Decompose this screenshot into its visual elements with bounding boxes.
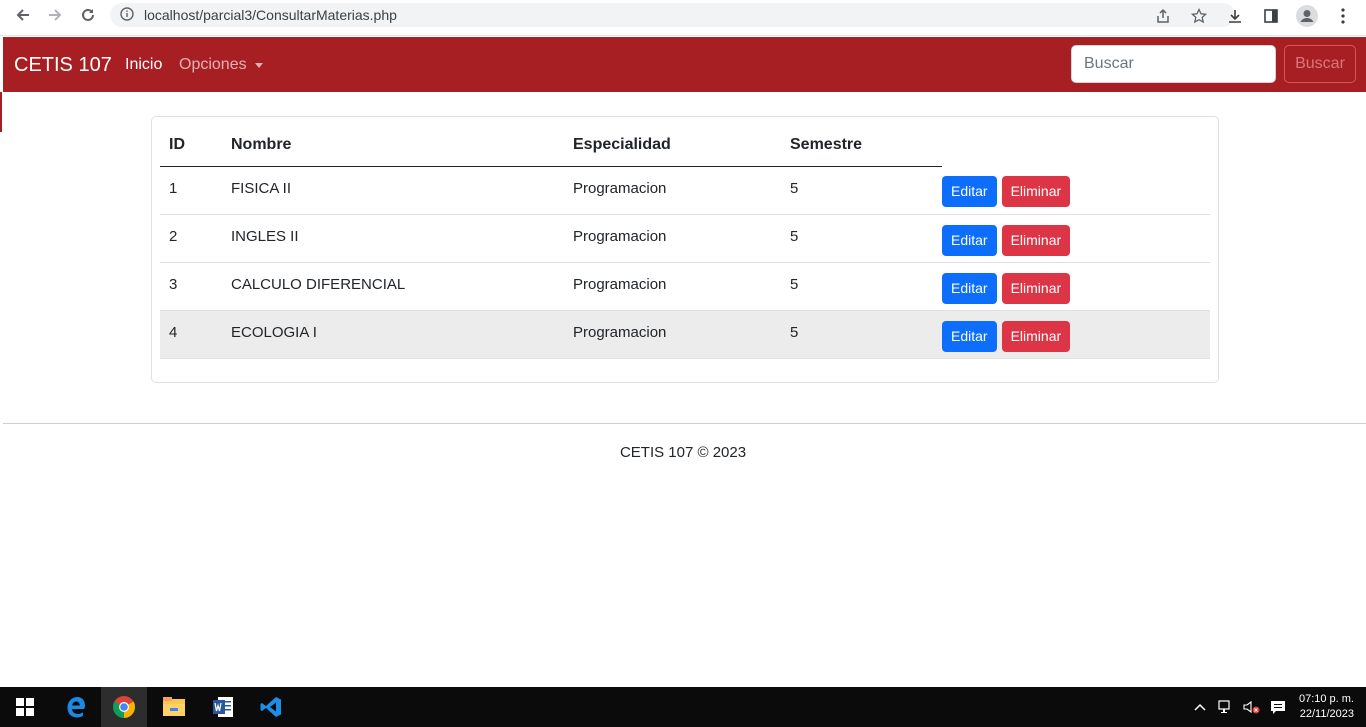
word-icon[interactable] <box>200 687 246 727</box>
download-icon[interactable] <box>1224 5 1246 27</box>
bookmark-star-icon[interactable] <box>1188 5 1210 27</box>
edit-button[interactable]: Editar <box>942 176 997 207</box>
profile-avatar-icon[interactable] <box>1296 5 1318 27</box>
cell-id: 3 <box>160 262 222 311</box>
share-icon[interactable] <box>1152 5 1174 27</box>
system-tray: 07:10 p. m. 22/11/2023 <box>1191 687 1366 727</box>
navbar-brand[interactable]: CETIS 107 <box>14 54 112 76</box>
url-text: localhost/parcial3/ConsultarMaterias.php <box>144 7 397 23</box>
cell-especialidad: Programacion <box>564 310 781 359</box>
table-header-row: ID Nombre Especialidad Semestre <box>160 125 1210 167</box>
clock-date: 22/11/2023 <box>1299 708 1354 720</box>
windows-taskbar: 07:10 p. m. 22/11/2023 <box>0 687 1366 727</box>
windows-start-icon[interactable] <box>2 687 48 727</box>
network-icon[interactable] <box>1217 698 1235 716</box>
table-row: 4 ECOLOGIA I Programacion 5 Editar Elimin… <box>160 310 1210 359</box>
search-input[interactable] <box>1071 45 1276 83</box>
cell-especialidad: Programacion <box>564 166 781 215</box>
nav-item-opciones-label: Opciones <box>179 56 247 73</box>
footer-divider <box>3 423 1366 424</box>
volume-muted-icon[interactable] <box>1243 698 1261 716</box>
cell-actions: Editar Eliminar <box>942 310 1210 359</box>
caret-down-icon <box>254 62 263 68</box>
navbar: CETIS 107 Inicio Opciones Buscar <box>3 37 1366 92</box>
chrome-icon[interactable] <box>101 687 147 727</box>
clock-time: 07:10 p. m. <box>1298 693 1354 705</box>
edit-button[interactable]: Editar <box>942 320 997 352</box>
table-row: 1 FISICA II Programacion 5 Editar Elimina… <box>160 166 1210 215</box>
nav-item-opciones[interactable]: Opciones <box>179 56 263 74</box>
browser-toolbar: localhost/parcial3/ConsultarMaterias.php <box>0 0 1366 36</box>
file-explorer-icon[interactable] <box>151 687 197 727</box>
cell-especialidad: Programacion <box>564 262 781 311</box>
table-row: 3 CALCULO DIFERENCIAL Programacion 5 Edi… <box>160 262 1210 311</box>
edit-button[interactable]: Editar <box>942 224 997 256</box>
taskbar-clock[interactable]: 07:10 p. m. 22/11/2023 <box>1295 692 1366 722</box>
cell-id: 4 <box>160 310 222 359</box>
edge-browser-icon[interactable] <box>53 687 99 727</box>
cell-id: 1 <box>160 166 222 215</box>
cell-semestre: 5 <box>781 166 942 215</box>
table-row: 2 INGLES II Programacion 5 Editar Elimina… <box>160 214 1210 263</box>
cell-nombre: INGLES II <box>222 214 564 263</box>
left-edge-accent <box>0 92 2 132</box>
cell-especialidad: Programacion <box>564 214 781 263</box>
cell-semestre: 5 <box>781 262 942 311</box>
notification-icon[interactable] <box>1269 698 1287 716</box>
cell-actions: Editar Eliminar <box>942 262 1210 311</box>
header-id: ID <box>160 125 222 167</box>
chevron-up-icon[interactable] <box>1191 698 1209 716</box>
cell-semestre: 5 <box>781 214 942 263</box>
nav-item-inicio[interactable]: Inicio <box>125 56 162 74</box>
side-panel-icon[interactable] <box>1260 5 1282 27</box>
edit-button[interactable]: Editar <box>942 272 997 304</box>
materias-table: ID Nombre Especialidad Semestre 1 FISICA… <box>160 125 1210 359</box>
delete-button[interactable]: Eliminar <box>1001 176 1071 207</box>
vscode-icon[interactable] <box>248 687 294 727</box>
address-bar[interactable]: localhost/parcial3/ConsultarMaterias.php <box>110 3 1235 27</box>
cell-nombre: FISICA II <box>222 166 564 215</box>
header-especialidad: Especialidad <box>564 125 781 167</box>
header-actions <box>942 125 1210 166</box>
search-button[interactable]: Buscar <box>1284 45 1356 83</box>
reload-icon[interactable] <box>77 4 99 26</box>
header-semestre: Semestre <box>781 125 942 167</box>
cell-nombre: ECOLOGIA I <box>222 310 564 359</box>
delete-button[interactable]: Eliminar <box>1001 272 1071 304</box>
footer-text: CETIS 107 © 2023 <box>619 444 747 461</box>
cell-nombre: CALCULO DIFERENCIAL <box>222 262 564 311</box>
cell-id: 2 <box>160 214 222 263</box>
menu-kebab-icon[interactable] <box>1332 5 1354 27</box>
delete-button[interactable]: Eliminar <box>1001 224 1071 256</box>
delete-button[interactable]: Eliminar <box>1001 320 1071 352</box>
header-nombre: Nombre <box>222 125 564 167</box>
materias-card: ID Nombre Especialidad Semestre 1 FISICA… <box>151 116 1219 383</box>
forward-arrow-icon[interactable] <box>44 4 66 26</box>
back-arrow-icon[interactable] <box>12 4 34 26</box>
cell-actions: Editar Eliminar <box>942 214 1210 263</box>
site-info-icon[interactable] <box>120 6 134 24</box>
cell-actions: Editar Eliminar <box>942 166 1210 215</box>
cell-semestre: 5 <box>781 310 942 359</box>
